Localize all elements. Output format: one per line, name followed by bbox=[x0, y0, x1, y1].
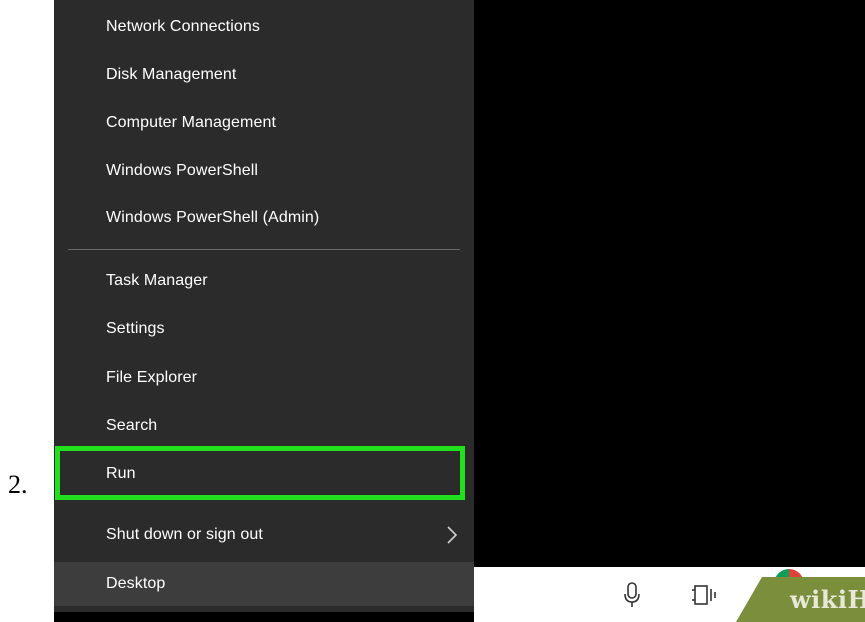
menu-item-label: File Explorer bbox=[106, 369, 198, 386]
menu-divider bbox=[68, 249, 460, 250]
power-user-menu: Network Connections Disk Management Comp… bbox=[54, 0, 474, 612]
menu-item-desktop[interactable]: Desktop bbox=[54, 562, 474, 606]
chevron-right-icon bbox=[447, 526, 458, 544]
menu-item-label: Network Connections bbox=[106, 18, 260, 35]
menu-item-windows-powershell[interactable]: Windows PowerShell bbox=[54, 149, 474, 193]
menu-item-label: Windows PowerShell bbox=[106, 162, 259, 179]
menu-item-label: Settings bbox=[106, 320, 165, 337]
menu-item-search[interactable]: Search bbox=[54, 404, 474, 448]
menu-item-run[interactable]: Run bbox=[54, 452, 474, 496]
menu-item-label: Shut down or sign out bbox=[106, 526, 263, 543]
screenshot-frame: Network Connections Disk Management Comp… bbox=[54, 0, 865, 622]
menu-item-disk-management[interactable]: Disk Management bbox=[54, 53, 474, 97]
task-view-icon[interactable] bbox=[692, 583, 718, 607]
microphone-icon[interactable] bbox=[622, 581, 642, 609]
menu-item-network-connections[interactable]: Network Connections bbox=[54, 5, 474, 49]
menu-item-shut-down-or-sign-out[interactable]: Shut down or sign out bbox=[54, 513, 474, 557]
menu-item-file-explorer[interactable]: File Explorer bbox=[54, 356, 474, 400]
wikihow-watermark: wikiHow bbox=[790, 585, 865, 614]
menu-item-label: Desktop bbox=[106, 575, 166, 592]
menu-item-windows-powershell-admin[interactable]: Windows PowerShell (Admin) bbox=[54, 196, 474, 240]
menu-item-computer-management[interactable]: Computer Management bbox=[54, 101, 474, 145]
menu-item-settings[interactable]: Settings bbox=[54, 307, 474, 351]
menu-item-label: Windows PowerShell (Admin) bbox=[106, 209, 320, 226]
menu-item-label: Computer Management bbox=[106, 114, 276, 131]
menu-item-label: Run bbox=[106, 465, 136, 482]
step-number: 2. bbox=[8, 470, 28, 499]
menu-item-label: Search bbox=[106, 417, 158, 434]
taskbar: wikiHow bbox=[474, 567, 865, 622]
menu-item-label: Disk Management bbox=[106, 66, 237, 83]
menu-item-task-manager[interactable]: Task Manager bbox=[54, 259, 474, 303]
menu-item-label: Task Manager bbox=[106, 272, 208, 289]
